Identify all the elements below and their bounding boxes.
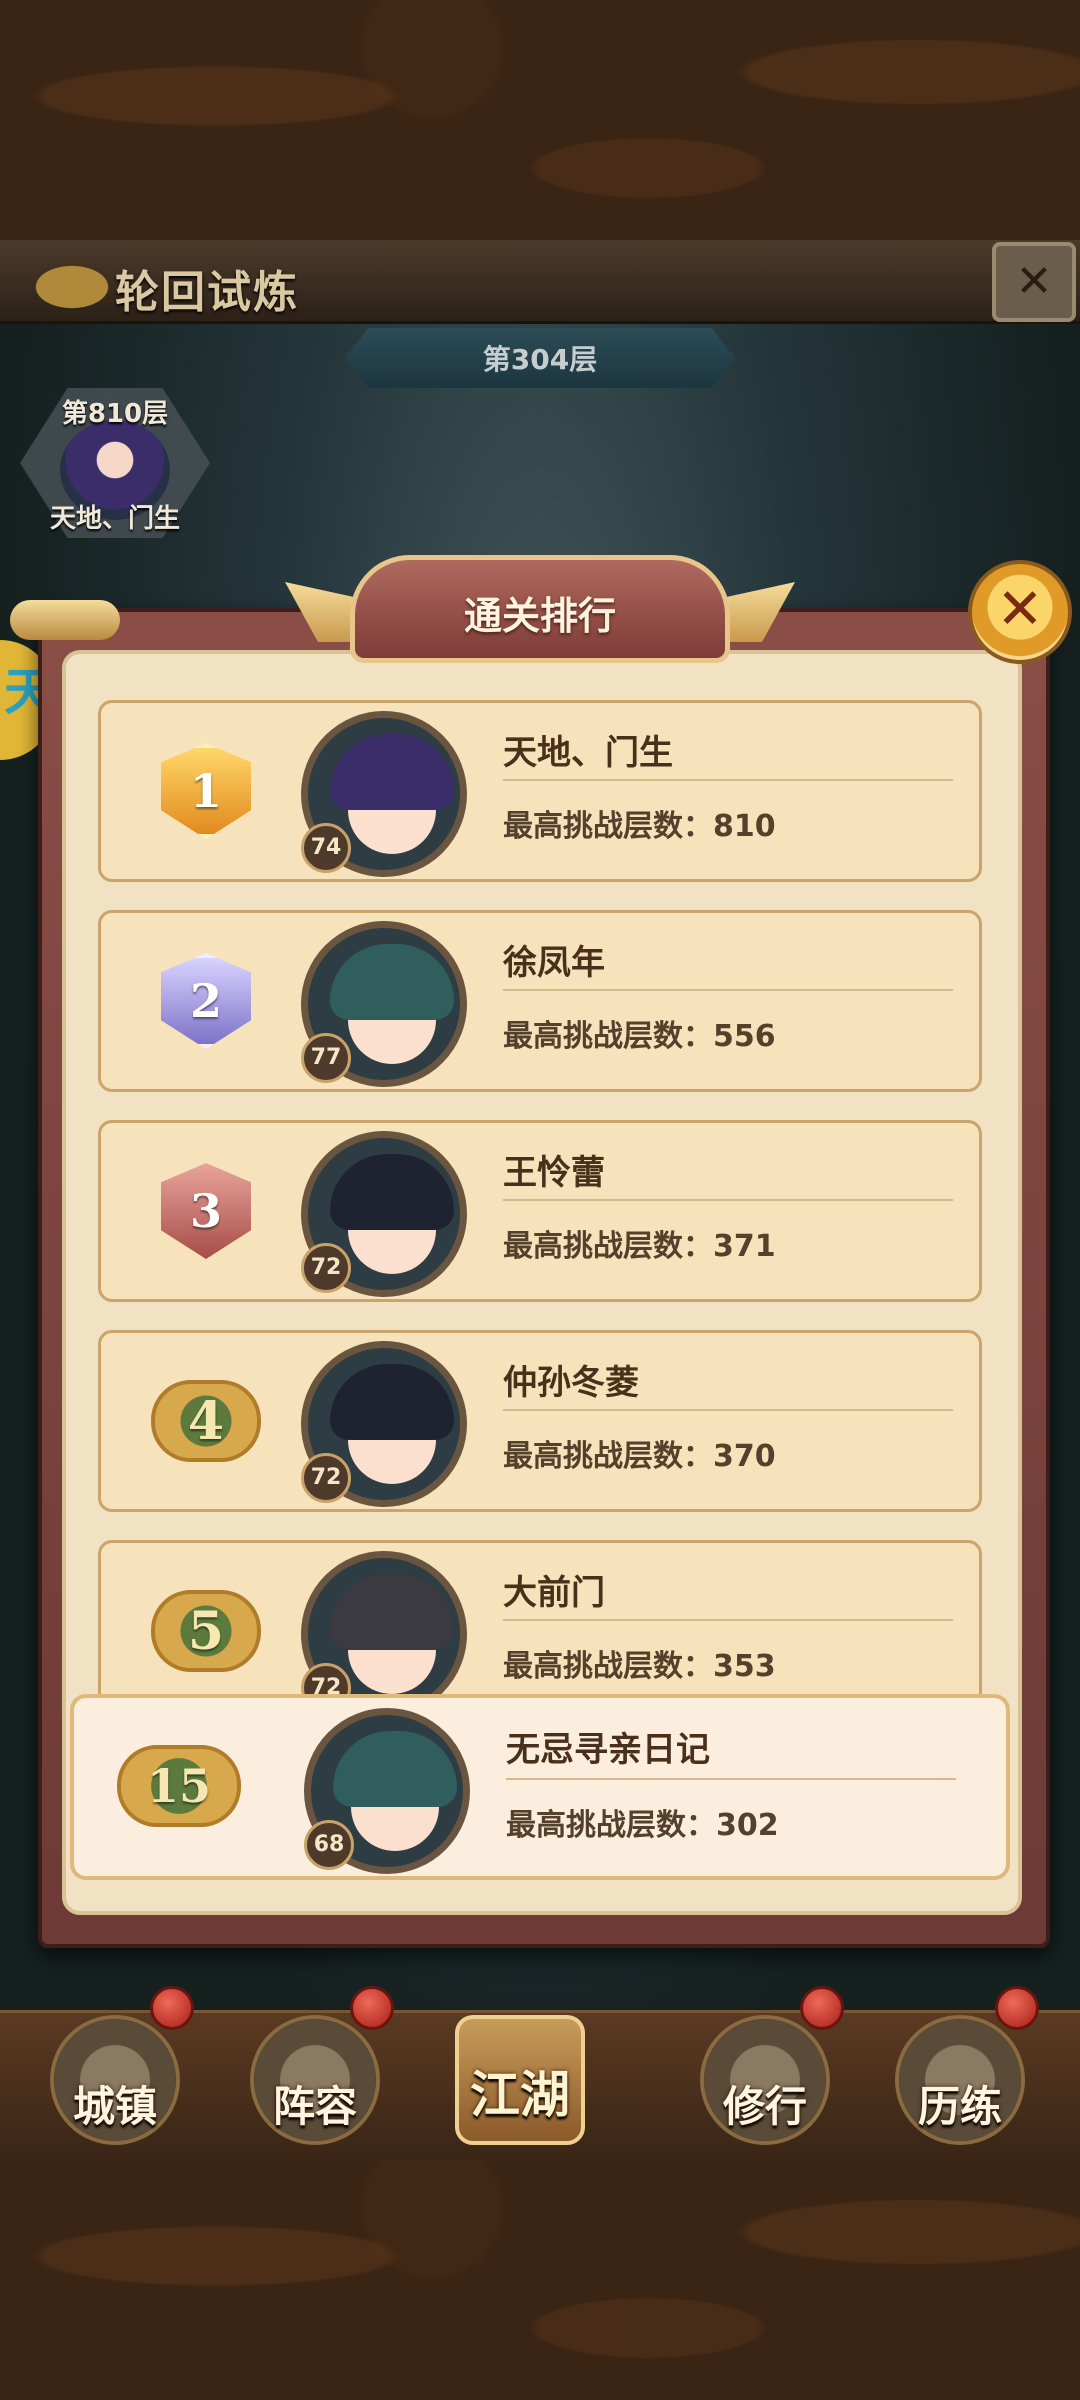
avatar-hair [330,734,454,810]
player-name: 天地、门生 [503,733,673,773]
divider [503,989,953,991]
rank-number: 1 [161,743,251,839]
current-floor-label: 第304层 [482,343,598,376]
rank-badge-icon: 5 [141,1571,271,1691]
highest-floor-score: 最高挑战层数：371 [503,1229,776,1264]
player-level-badge: 68 [304,1820,354,1870]
highest-floor-score: 最高挑战层数：353 [503,1649,776,1684]
self-rank-card[interactable]: 15 68 无忌寻亲日记最高挑战层数：302 [70,1694,1010,1880]
nav-item-0[interactable]: 城镇 [40,2015,190,2155]
player-name: 仲孙冬菱 [503,1363,639,1403]
nav-label: 城镇 [72,2082,157,2131]
divider [503,779,953,781]
rank-badge-icon: 4 [141,1361,271,1481]
top-player-floor: 第810层 [61,399,169,429]
avatar-hair [330,1574,454,1650]
rank-number: 5 [151,1590,261,1672]
notification-dot-icon [350,1986,394,2030]
top-player-name: 天地、门生 [49,504,180,534]
highest-floor-score: 最高挑战层数：370 [503,1439,776,1474]
nav-label: 修行 [722,2082,807,2131]
nav-item-1[interactable]: 阵容 [240,2015,390,2155]
scene-close-button[interactable]: ✕ [992,242,1076,322]
player-name: 无忌寻亲日记 [506,1730,710,1770]
avatar-hair [330,1154,454,1230]
rank-badge-icon: 15 [114,1726,244,1846]
top-decorative-background [0,0,1080,240]
notification-dot-icon [800,1986,844,2030]
rank-card[interactable]: 3 72 王怜蕾最高挑战层数：371 [98,1120,982,1302]
nav-item-3[interactable]: 修行 [690,2015,840,2155]
rank-card[interactable]: 1 74 天地、门生最高挑战层数：810 [98,700,982,882]
player-level-badge: 72 [301,1243,351,1293]
nav-label: 历练 [917,2082,1002,2131]
panel-corner-ornament-left [10,600,120,640]
player-name: 大前门 [503,1573,605,1613]
rank-badge-icon: 1 [141,731,271,851]
player-name: 徐凤年 [503,943,605,983]
notification-dot-icon [150,1986,194,2030]
rank-number: 2 [161,953,251,1049]
nav-item-2[interactable]: 江湖 [445,2015,595,2155]
close-button[interactable]: ✕ [968,560,1072,664]
rank-number: 3 [161,1163,251,1259]
bottom-decorative-background [0,2160,1080,2400]
page-title: 轮回试炼 [115,267,299,318]
nav-item-4[interactable]: 历练 [885,2015,1035,2155]
rank-number: 4 [151,1380,261,1462]
divider [503,1409,953,1411]
avatar-hair [330,944,454,1020]
avatar-hair [330,1364,454,1440]
ranking-title: 通关排行 [463,594,616,638]
rank-card[interactable]: 2 77 徐凤年最高挑战层数：556 [98,910,982,1092]
highest-floor-score: 最高挑战层数：302 [506,1808,779,1843]
rank-number: 15 [117,1745,241,1827]
cloud-ornament [0,245,120,315]
player-level-badge: 72 [301,1453,351,1503]
divider [503,1199,953,1201]
rank-card[interactable]: 4 72 仲孙冬菱最高挑战层数：370 [98,1330,982,1512]
highest-floor-score: 最高挑战层数：556 [503,1019,776,1054]
highest-floor-score: 最高挑战层数：810 [503,809,776,844]
rank-badge-icon: 3 [141,1151,271,1271]
nav-label: 阵容 [272,2082,357,2131]
nav-label: 江湖 [470,2066,570,2124]
player-level-badge: 77 [301,1033,351,1083]
divider [506,1778,956,1780]
notification-dot-icon [995,1986,1039,2030]
player-name: 王怜蕾 [503,1153,605,1193]
player-level-badge: 74 [301,823,351,873]
rank-badge-icon: 2 [141,941,271,1061]
divider [503,1619,953,1621]
avatar-hair [333,1731,457,1807]
